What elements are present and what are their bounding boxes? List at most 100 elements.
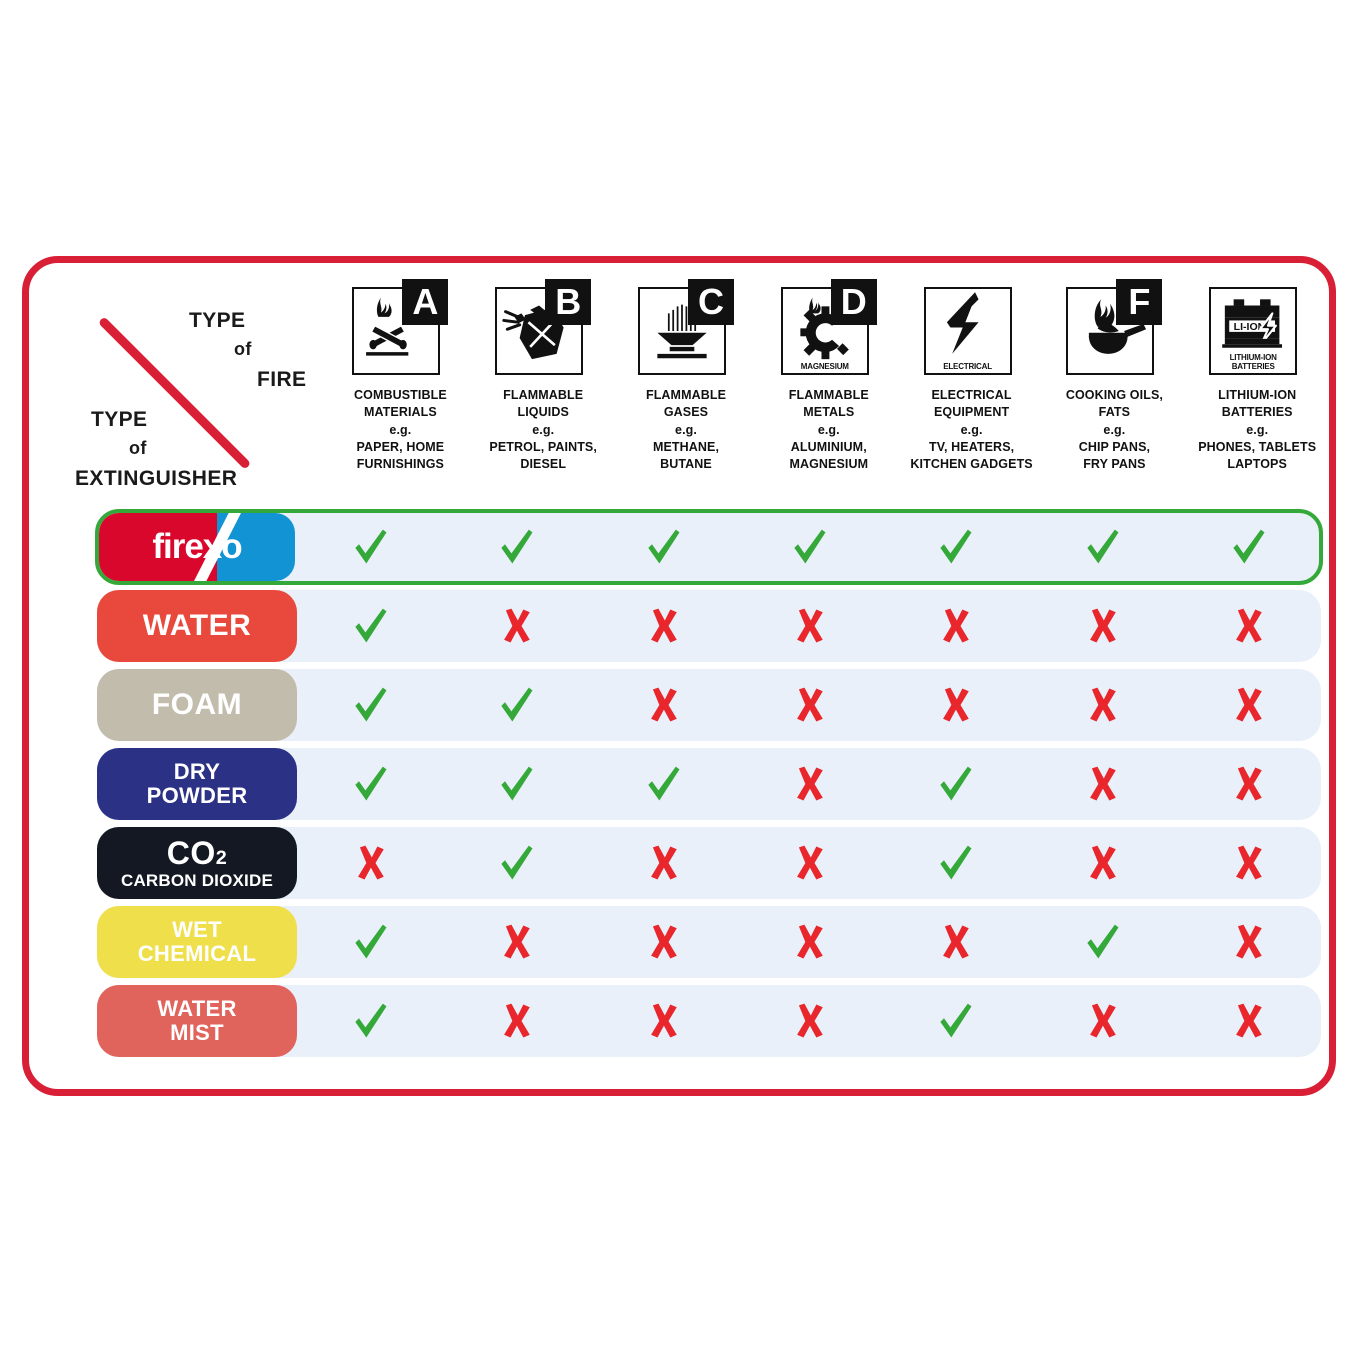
type-of-fire-label-line3: FIRE [257, 368, 307, 391]
burning-gear-icon: MAGNESIUM D [780, 279, 877, 375]
suitable-check-icon [443, 827, 589, 899]
extinguisher-label-primary: WET [172, 917, 222, 943]
suitable-check-icon [882, 827, 1028, 899]
suitable-check-icon [882, 511, 1028, 583]
column-header-class-c: C FLAMMABLE GASES e.g. METHANE, BUTANE [615, 279, 758, 517]
fire-class-letter: C [687, 279, 734, 325]
column-description: COOKING OILS, FATS e.g. CHIP PANS, FRY P… [1065, 388, 1163, 471]
row-cells [297, 985, 1321, 1057]
extinguisher-type-label-foam[interactable]: FOAM [97, 669, 297, 741]
table-row: WATER [29, 590, 1329, 662]
unsuitable-cross-icon [1175, 827, 1321, 899]
column-header-lithium-battery: LI-ION LITHIUM-ION BATTERIES LITHIUM-ION … [1186, 279, 1329, 517]
extinguisher-label-secondary: CHEMICAL [137, 941, 257, 966]
icon-caption: LITHIUM-ION BATTERIES [1229, 353, 1277, 371]
column-header-class-b: B FLAMMABLE LIQUIDS e.g. PETROL, PAINTS,… [472, 279, 615, 517]
unsuitable-cross-icon [736, 748, 882, 820]
fire-class-letter: F [1116, 279, 1163, 325]
unsuitable-cross-icon [736, 906, 882, 978]
unsuitable-cross-icon [1175, 669, 1321, 741]
suitable-check-icon [443, 511, 589, 583]
suitable-check-icon [736, 511, 882, 583]
extinguisher-type-label-wet-chemical[interactable]: WET CHEMICAL [97, 906, 297, 978]
type-of-extinguisher-label-line1: TYPE [91, 408, 148, 431]
row-cells [297, 827, 1321, 899]
unsuitable-cross-icon [443, 590, 589, 662]
unsuitable-cross-icon [590, 669, 736, 741]
suitable-check-icon [1175, 511, 1321, 583]
unsuitable-cross-icon [736, 590, 882, 662]
suitable-check-icon [590, 511, 736, 583]
suitable-check-icon [297, 511, 443, 583]
unsuitable-cross-icon [1175, 906, 1321, 978]
fire-class-letter: D [830, 279, 877, 325]
icon-caption: ELECTRICAL [943, 361, 992, 371]
unsuitable-cross-icon [736, 985, 882, 1057]
extinguisher-label-primary: CO2 [166, 835, 228, 872]
suitable-check-icon [882, 748, 1028, 820]
firexo-logo[interactable]: firexo [99, 513, 295, 581]
extinguisher-type-label-dry-powder[interactable]: DRY POWDER [97, 748, 297, 820]
table-row: firexo [29, 509, 1329, 585]
burning-pan-icon: F [1066, 279, 1163, 375]
column-header-class-d: MAGNESIUM D FLAMMABLE METALS e.g. ALUMIN… [757, 279, 900, 517]
extinguisher-label-primary: DRY [173, 759, 221, 785]
extinguisher-type-label-water-mist[interactable]: WATER MIST [97, 985, 297, 1057]
unsuitable-cross-icon [590, 827, 736, 899]
lightning-bolt-icon: ELECTRICAL [923, 279, 1020, 375]
column-header-class-a: A COMBUSTIBLE MATERIALS e.g. PAPER, HOME… [329, 279, 472, 517]
table-row: DRY POWDER [29, 748, 1329, 820]
suitable-check-icon [443, 748, 589, 820]
unsuitable-cross-icon [882, 906, 1028, 978]
unsuitable-cross-icon [1028, 827, 1174, 899]
column-description: FLAMMABLE LIQUIDS e.g. PETROL, PAINTS, D… [489, 388, 597, 471]
row-cells [297, 590, 1321, 662]
extinguisher-label-secondary: MIST [170, 1020, 224, 1045]
column-header-class-f: F COOKING OILS, FATS e.g. CHIP PANS, FRY… [1043, 279, 1186, 517]
extinguisher-type-label-co2[interactable]: CO2 CARBON DIOXIDE [97, 827, 297, 899]
column-description: FLAMMABLE GASES e.g. METHANE, BUTANE [645, 388, 727, 471]
diagonal-divider-line [97, 316, 252, 470]
type-of-extinguisher-label-line2: of [129, 438, 147, 458]
suitable-check-icon [1028, 906, 1174, 978]
table-row: FOAM [29, 669, 1329, 741]
row-cells [297, 906, 1321, 978]
fire-class-letter: A [402, 279, 449, 325]
row-cells [297, 511, 1321, 583]
column-description: FLAMMABLE METALS e.g. ALUMINIUM, MAGNESI… [788, 388, 869, 471]
fire-extinguisher-chart: TYPE of FIRE TYPE of EXTINGUISHER A COMB… [22, 256, 1336, 1096]
table-row: WET CHEMICAL [29, 906, 1329, 978]
extinguisher-rows: firexo WATER FOAM DRY POWDER CO2 CARBON … [29, 509, 1329, 1064]
suitable-check-icon [590, 748, 736, 820]
column-description: LITHIUM-ION BATTERIES e.g. PHONES, TABLE… [1198, 388, 1317, 471]
table-row: CO2 CARBON DIOXIDE [29, 827, 1329, 899]
unsuitable-cross-icon [882, 669, 1028, 741]
column-description: COMBUSTIBLE MATERIALS e.g. PAPER, HOME F… [354, 388, 447, 471]
unsuitable-cross-icon [1175, 985, 1321, 1057]
suitable-check-icon [297, 669, 443, 741]
extinguisher-label-primary: FOAM [151, 687, 243, 721]
unsuitable-cross-icon [1175, 590, 1321, 662]
unsuitable-cross-icon [1028, 748, 1174, 820]
suitable-check-icon [882, 985, 1028, 1057]
unsuitable-cross-icon [590, 985, 736, 1057]
type-of-fire-label-line2: of [234, 339, 252, 359]
table-row: WATER MIST [29, 985, 1329, 1057]
fuel-can-icon: B [495, 279, 592, 375]
gas-burner-icon: C [637, 279, 734, 375]
column-header-lightning-bolt: ELECTRICAL ELECTRICAL EQUIPMENT e.g. TV,… [900, 279, 1043, 517]
column-description: ELECTRICAL EQUIPMENT e.g. TV, HEATERS, K… [910, 388, 1033, 471]
unsuitable-cross-icon [1028, 985, 1174, 1057]
type-of-extinguisher-label-line3: EXTINGUISHER [75, 467, 238, 490]
suitable-check-icon [297, 748, 443, 820]
unsuitable-cross-icon [443, 985, 589, 1057]
suitable-check-icon [1028, 511, 1174, 583]
suitable-check-icon [443, 669, 589, 741]
lithium-battery-icon: LI-ION LITHIUM-ION BATTERIES [1209, 279, 1305, 375]
icon-caption: MAGNESIUM [800, 361, 849, 371]
extinguisher-label-primary: WATER [142, 608, 252, 642]
row-cells [297, 748, 1321, 820]
extinguisher-type-label-water[interactable]: WATER [97, 590, 297, 662]
unsuitable-cross-icon [590, 906, 736, 978]
logo-wordmark: firexo [152, 527, 242, 566]
